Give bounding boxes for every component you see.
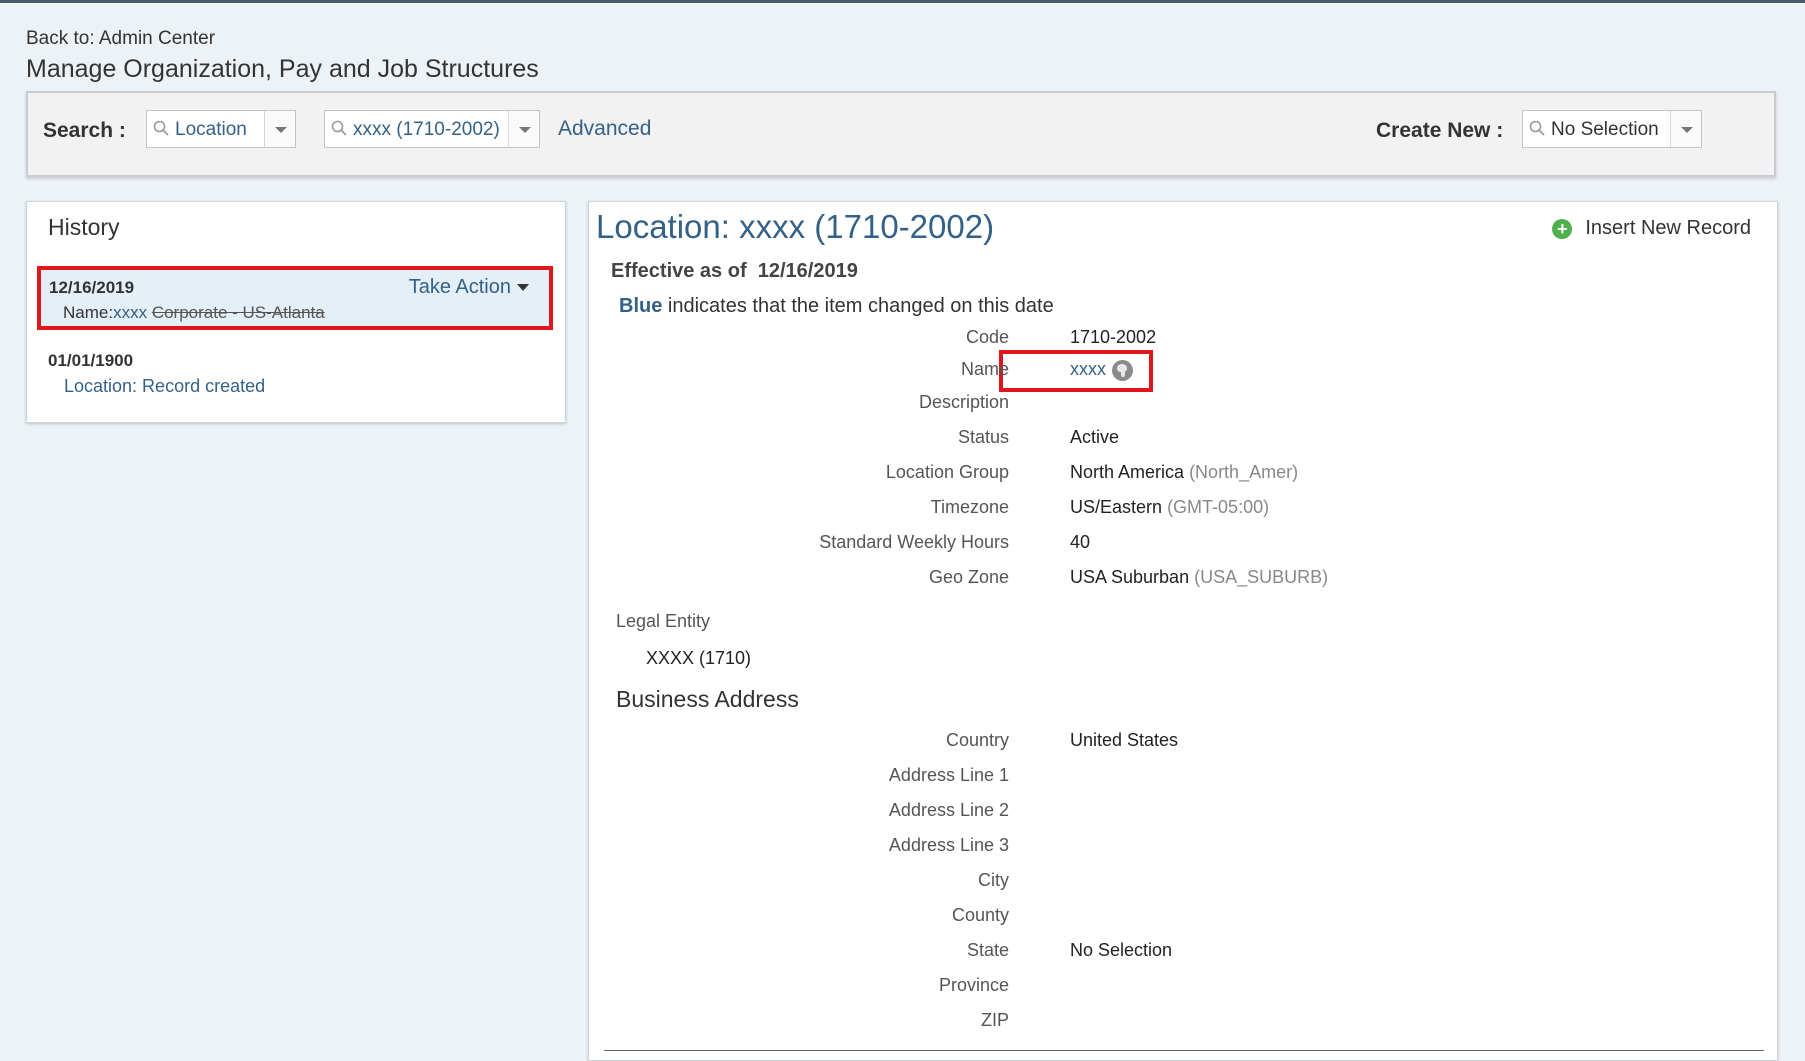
take-action-label: Take Action — [408, 276, 511, 298]
value-code: (GMT-05:00) — [1167, 497, 1270, 517]
object-type-value: Location — [175, 119, 247, 140]
business-address-title: Business Address — [616, 686, 799, 712]
field-label: Province — [938, 975, 1009, 995]
search-bar: Search : Location xxxx (1710-2002) Advan… — [26, 91, 1776, 177]
history-item-detail: Name:xxxx Corporate - US-Atlanta — [63, 303, 325, 323]
field-label: Timezone — [930, 497, 1009, 517]
change-legend-note: Blue indicates that the item changed on … — [619, 295, 1054, 318]
history-panel: History 12/16/2019 Take Action Name:xxxx… — [26, 201, 566, 423]
create-new-label: Create New : — [1376, 119, 1504, 142]
effective-date-line: Effective as of 12/16/2019 — [611, 260, 858, 283]
field-value: 1710-2002 — [1070, 327, 1157, 347]
globe-icon[interactable] — [1112, 359, 1133, 381]
field-row-status: Status Active — [589, 427, 1689, 457]
value-main: North America — [1070, 462, 1185, 482]
chevron-down-icon[interactable] — [1670, 111, 1701, 147]
field-value: North America (North_Amer) — [1070, 462, 1298, 483]
field-value-name: xxxx — [1070, 359, 1133, 381]
field-label: Address Line 3 — [888, 835, 1009, 855]
plus-circle-icon: + — [1552, 218, 1573, 239]
field-value: US/Eastern (GMT-05:00) — [1070, 497, 1269, 518]
page-title: Manage Organization, Pay and Job Structu… — [26, 55, 539, 83]
field-row-name: Name xxxx — [589, 359, 1689, 389]
field-value: United States — [1070, 730, 1179, 750]
address-row-zip: ZIP — [589, 1010, 1689, 1040]
insert-new-record-label: Insert New Record — [1585, 217, 1751, 239]
record-search-combo[interactable]: xxxx (1710-2002) — [324, 110, 540, 148]
object-type-combo[interactable]: Location — [146, 110, 296, 148]
field-row-timezone: Timezone US/Eastern (GMT-05:00) — [589, 497, 1689, 527]
search-icon — [1529, 120, 1545, 136]
create-new-combo[interactable]: No Selection — [1522, 110, 1702, 148]
history-item-selected[interactable]: 12/16/2019 Take Action Name:xxxx Corpora… — [37, 266, 553, 330]
field-label: Address Line 1 — [888, 765, 1009, 785]
detail-old-value: Corporate - US-Atlanta — [151, 303, 325, 322]
field-value: USA Suburban (USA_SUBURB) — [1070, 567, 1328, 588]
search-icon — [153, 120, 169, 136]
history-title: History — [48, 214, 120, 240]
details-panel: Location: xxxx (1710-2002) + Insert New … — [588, 201, 1778, 1061]
address-row-province: Province — [589, 975, 1689, 1005]
field-row-geo-zone: Geo Zone USA Suburban (USA_SUBURB) — [589, 567, 1689, 597]
address-row-line3: Address Line 3 — [589, 835, 1689, 865]
value-main: US/Eastern — [1070, 497, 1163, 517]
field-label: ZIP — [980, 1010, 1009, 1030]
field-row-description: Description — [589, 392, 1689, 422]
address-row-state: State No Selection — [589, 940, 1689, 970]
address-row-county: County — [589, 905, 1689, 935]
history-item-detail[interactable]: Location: Record created — [64, 376, 265, 397]
field-label: Name — [960, 359, 1009, 379]
address-row-line1: Address Line 1 — [589, 765, 1689, 795]
field-label: Geo Zone — [928, 567, 1009, 587]
history-item-date[interactable]: 01/01/1900 — [48, 351, 133, 371]
field-label: Status — [957, 427, 1009, 447]
advanced-search-link[interactable]: Advanced — [558, 117, 651, 141]
legend-blue: Blue — [619, 295, 663, 317]
insert-new-record-button[interactable]: + Insert New Record — [1552, 217, 1751, 240]
field-label: Standard Weekly Hours — [819, 532, 1009, 552]
field-label: State — [966, 940, 1009, 960]
chevron-down-icon[interactable] — [264, 111, 295, 147]
detail-prefix: Name: — [63, 303, 114, 322]
create-new-value: No Selection — [1551, 119, 1659, 140]
details-title: Location: xxxx (1710-2002) — [596, 208, 995, 245]
detail-new-value: xxxx — [113, 303, 148, 322]
field-label: County — [951, 905, 1009, 925]
caret-down-icon — [517, 284, 529, 292]
legal-entity-value: XXXX (1710) — [646, 648, 752, 668]
chevron-down-icon[interactable] — [508, 111, 539, 147]
field-label: Country — [945, 730, 1009, 750]
field-value: No Selection — [1070, 940, 1173, 960]
value-code: (USA_SUBURB) — [1194, 567, 1329, 587]
address-row-line2: Address Line 2 — [589, 800, 1689, 830]
field-label: Description — [918, 392, 1009, 412]
field-label: Code — [965, 327, 1009, 347]
effective-date: 12/16/2019 — [757, 260, 858, 282]
field-value: Active — [1070, 427, 1120, 447]
search-label: Search : — [43, 119, 126, 142]
history-item-date: 12/16/2019 — [49, 278, 135, 297]
field-value: 40 — [1070, 532, 1091, 552]
divider — [604, 1050, 1764, 1051]
name-value[interactable]: xxxx — [1070, 359, 1106, 379]
legend-text: indicates that the item changed on this … — [667, 295, 1054, 317]
field-label: Location Group — [885, 462, 1009, 482]
field-row-code: Code 1710-2002 — [589, 327, 1689, 357]
search-icon — [331, 120, 347, 136]
legal-entity-label: Legal Entity — [616, 611, 711, 631]
value-main: USA Suburban — [1070, 567, 1190, 587]
record-search-value: xxxx (1710-2002) — [353, 119, 500, 140]
field-row-weekly-hours: Standard Weekly Hours 40 — [589, 532, 1689, 562]
field-label: City — [978, 870, 1009, 890]
field-row-location-group: Location Group North America (North_Amer… — [589, 462, 1689, 492]
field-label: Address Line 2 — [888, 800, 1009, 820]
effective-label: Effective as of — [611, 260, 747, 282]
back-to-admin-center-link[interactable]: Back to: Admin Center — [26, 28, 215, 50]
value-code: (North_Amer) — [1189, 462, 1299, 482]
address-row-city: City — [589, 870, 1689, 900]
take-action-button[interactable]: Take Action — [409, 276, 529, 299]
address-row-country: Country United States — [589, 730, 1689, 760]
